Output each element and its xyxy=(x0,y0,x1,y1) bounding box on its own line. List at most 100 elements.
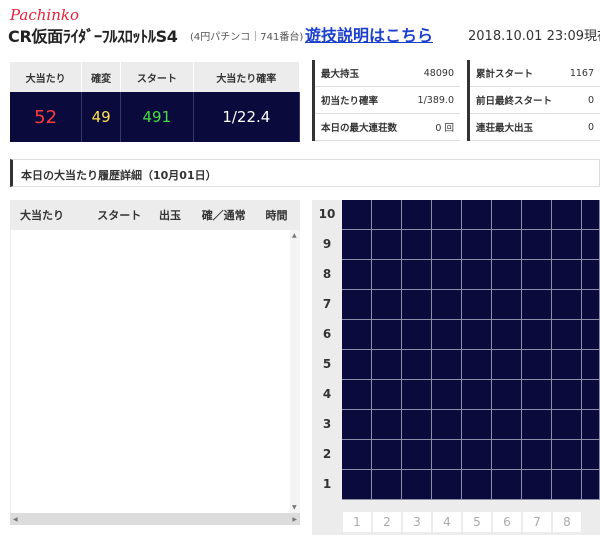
stat-header-probability: 大当たり確率 xyxy=(193,62,301,92)
info-value-prev-day-start: 0 xyxy=(562,86,600,114)
info-table-left: 最大持玉 48090 初当たり確率 1/389.0 本日の最大連荘数 0 回 xyxy=(311,60,460,141)
history-col-payout: 出玉 xyxy=(159,209,182,222)
graph-cell xyxy=(432,230,462,260)
scroll-down-arrow-icon[interactable]: ▼ xyxy=(292,504,297,511)
graph-cell xyxy=(342,350,372,380)
graph-cell xyxy=(552,320,582,350)
graph-cell xyxy=(342,440,372,470)
history-header-row: 大当たり スタート 出玉 確／通常 時間 xyxy=(10,200,300,230)
graph-cell xyxy=(552,440,582,470)
info-value-first-hit-prob: 1/389.0 xyxy=(408,86,460,114)
graph-y-label: 10 xyxy=(318,207,336,221)
graph-cell xyxy=(582,410,600,440)
history-horizontal-scrollbar[interactable]: ◀ ▶ xyxy=(10,513,300,525)
history-section-title: 本日の大当たり履歴詳細（10月01日） xyxy=(10,159,600,187)
graph-cell xyxy=(522,470,552,500)
graph-cell xyxy=(402,470,432,500)
stat-value-probability: 1/22.4 xyxy=(193,92,301,142)
graph-cell xyxy=(552,470,582,500)
graph-cell xyxy=(552,290,582,320)
graph-cell xyxy=(372,350,402,380)
history-list[interactable] xyxy=(10,230,301,513)
info-value-total-start: 1167 xyxy=(562,60,600,87)
stats-table: 大当たり 確変 スタート 大当たり確率 52 49 491 1/22.4 xyxy=(10,62,301,142)
graph-cell xyxy=(372,320,402,350)
graph-cell xyxy=(522,260,552,290)
play-guide-link[interactable]: 遊技説明はこちら xyxy=(305,22,433,46)
graph-cell xyxy=(552,350,582,380)
graph-cell xyxy=(342,320,372,350)
scroll-right-arrow-icon[interactable]: ▶ xyxy=(292,516,297,523)
graph-cell xyxy=(372,470,402,500)
graph-cell xyxy=(372,380,402,410)
graph-cell xyxy=(372,200,402,230)
graph-cell xyxy=(582,380,600,410)
info-value-streak-max-out: 0 xyxy=(562,113,600,141)
graph-cell xyxy=(342,200,372,230)
graph-cell xyxy=(582,320,600,350)
graph-x-label: 3 xyxy=(403,512,431,532)
graph-cell xyxy=(372,410,402,440)
graph-cell xyxy=(462,290,492,320)
graph-cell xyxy=(492,410,522,440)
info-label-total-start: 累計スタート xyxy=(467,60,563,87)
graph-y-label: 7 xyxy=(322,297,332,311)
graph-cell xyxy=(372,440,402,470)
scroll-up-arrow-icon[interactable]: ▲ xyxy=(292,232,297,239)
graph-cell xyxy=(582,350,600,380)
info-label-first-hit-prob: 初当たり確率 xyxy=(311,86,409,114)
payout-graph: 10 9 8 7 6 5 4 3 2 1 1 2 3 4 5 6 7 8 xyxy=(312,200,600,535)
graph-cell xyxy=(492,470,522,500)
updated-datetime: 2018.10.01 23:09現在 xyxy=(468,29,600,44)
graph-cell xyxy=(522,200,552,230)
info-value-max-streak: 0 回 xyxy=(408,113,460,141)
graph-cell xyxy=(552,410,582,440)
graph-cell xyxy=(522,290,552,320)
graph-cell xyxy=(522,350,552,380)
graph-cell xyxy=(342,410,372,440)
graph-cell xyxy=(552,230,582,260)
graph-cell xyxy=(402,410,432,440)
graph-cell xyxy=(462,260,492,290)
graph-cell xyxy=(582,440,600,470)
scroll-left-arrow-icon[interactable]: ◀ xyxy=(13,516,18,523)
history-col-time: 時間 xyxy=(265,209,288,222)
stat-value-kakuhen: 49 xyxy=(81,92,122,142)
graph-y-label: 2 xyxy=(322,447,332,461)
graph-cell xyxy=(492,320,522,350)
graph-cell xyxy=(462,320,492,350)
graph-cell xyxy=(402,230,432,260)
graph-cell xyxy=(402,320,432,350)
graph-x-label: 1 xyxy=(343,512,371,532)
graph-cell xyxy=(402,260,432,290)
graph-cell xyxy=(462,440,492,470)
history-col-start: スタート xyxy=(97,209,142,222)
graph-cell xyxy=(432,440,462,470)
graph-cell xyxy=(342,290,372,320)
stat-header-start: スタート xyxy=(120,62,194,92)
graph-cell xyxy=(582,470,600,500)
graph-cell xyxy=(492,440,522,470)
graph-cell xyxy=(492,290,522,320)
graph-cell xyxy=(402,290,432,320)
graph-cell xyxy=(462,470,492,500)
graph-cell xyxy=(522,380,552,410)
history-col-bigwin: 大当たり xyxy=(20,209,64,222)
graph-x-label: 6 xyxy=(493,512,521,532)
graph-cell xyxy=(492,380,522,410)
graph-cell xyxy=(432,320,462,350)
graph-cell xyxy=(492,350,522,380)
graph-cell xyxy=(462,230,492,260)
graph-y-label: 9 xyxy=(322,237,332,251)
graph-cell xyxy=(492,230,522,260)
history-vertical-scrollbar[interactable]: ▲ ▼ xyxy=(290,230,300,513)
graph-cell xyxy=(462,350,492,380)
history-col-mode: 確／通常 xyxy=(201,209,246,222)
graph-y-label: 6 xyxy=(322,327,332,341)
brand-label: Pachinko xyxy=(10,6,80,24)
graph-cell xyxy=(582,290,600,320)
graph-cell xyxy=(552,260,582,290)
graph-cell xyxy=(432,380,462,410)
history-table: 大当たり スタート 出玉 確／通常 時間 ▲ ▼ ◀ ▶ xyxy=(10,200,301,525)
info-label-max-streak: 本日の最大連荘数 xyxy=(311,113,409,141)
